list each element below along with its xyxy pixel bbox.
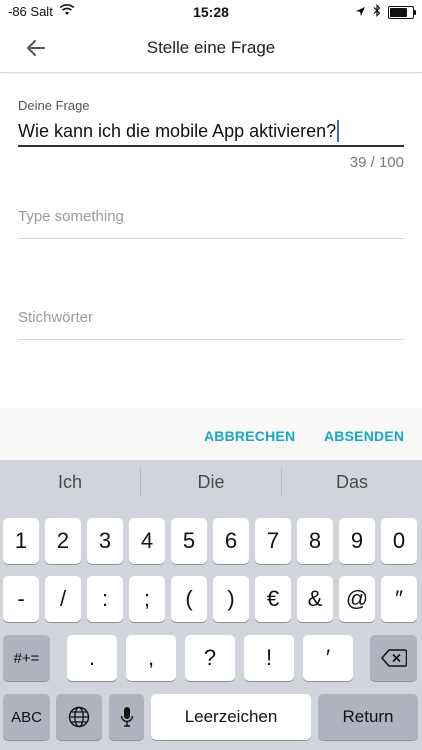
tags-placeholder: Stichwörter: [18, 309, 94, 326]
suggestion-item[interactable]: Das: [282, 460, 422, 504]
text-caret: [337, 120, 340, 142]
key-exclamation[interactable]: !: [244, 635, 294, 681]
key-5[interactable]: 5: [171, 518, 207, 564]
backspace-icon[interactable]: [370, 635, 417, 681]
key-comma[interactable]: ,: [126, 635, 176, 681]
key-paren-close[interactable]: ): [213, 576, 249, 622]
key-8[interactable]: 8: [297, 518, 333, 564]
suggestion-item[interactable]: Die: [141, 460, 281, 504]
key-7[interactable]: 7: [255, 518, 291, 564]
location-arrow-icon: [355, 5, 366, 20]
cancel-button[interactable]: ABBRECHEN: [204, 428, 295, 444]
key-at[interactable]: @: [339, 576, 375, 622]
microphone-icon[interactable]: [109, 694, 144, 740]
return-key[interactable]: Return: [318, 694, 418, 740]
question-value: Wie kann ich die mobile App aktivieren?: [18, 120, 337, 141]
key-abc[interactable]: ABC: [3, 694, 50, 740]
battery-fill: [390, 7, 407, 17]
page-title: Stelle eine Frage: [146, 38, 276, 57]
char-counter: 39 / 100: [349, 154, 404, 171]
bluetooth-icon: [373, 4, 381, 20]
tags-input[interactable]: Stichwörter: [18, 303, 404, 340]
question-input[interactable]: Wie kann ich die mobile App aktivieren?: [18, 117, 404, 147]
key-slash[interactable]: /: [45, 576, 81, 622]
key-4[interactable]: 4: [129, 518, 165, 564]
key-euro[interactable]: €: [255, 576, 291, 622]
key-hyphen[interactable]: -: [3, 576, 39, 622]
submit-button[interactable]: ABSENDEN: [324, 428, 404, 444]
suggestion-bar: Ich Die Das: [0, 460, 422, 504]
app-bar: Stelle eine Frage: [0, 24, 422, 73]
space-bar[interactable]: Leerzeichen: [151, 694, 311, 740]
details-placeholder: Type something: [18, 208, 124, 225]
status-right: [355, 4, 416, 20]
suggestion-item[interactable]: Ich: [0, 460, 140, 504]
key-6[interactable]: 6: [213, 518, 249, 564]
keyboard: Ich Die Das 1 2 3 4 5 6 7 8 9 0 - / : ; …: [0, 460, 422, 750]
status-bar: -86 Salt 15:28: [0, 0, 422, 24]
key-9[interactable]: 9: [339, 518, 375, 564]
details-input[interactable]: Type something: [18, 202, 404, 239]
key-period[interactable]: .: [67, 635, 117, 681]
key-paren-open[interactable]: (: [171, 576, 207, 622]
question-label: Deine Frage: [18, 98, 90, 113]
key-apostrophe[interactable]: ′: [303, 635, 353, 681]
key-3[interactable]: 3: [87, 518, 123, 564]
key-ampersand[interactable]: &: [297, 576, 333, 622]
key-more-symbols[interactable]: #+=: [3, 635, 50, 681]
key-0[interactable]: 0: [381, 518, 417, 564]
key-1[interactable]: 1: [3, 518, 39, 564]
key-quote[interactable]: ″: [381, 576, 417, 622]
key-semicolon[interactable]: ;: [129, 576, 165, 622]
key-2[interactable]: 2: [45, 518, 81, 564]
question-field[interactable]: Deine Frage Wie kann ich die mobile App …: [18, 98, 404, 147]
key-question[interactable]: ?: [185, 635, 235, 681]
key-colon[interactable]: :: [87, 576, 123, 622]
battery-icon: [388, 5, 416, 19]
action-bar: ABBRECHEN ABSENDEN: [0, 408, 422, 460]
globe-icon[interactable]: [56, 694, 102, 740]
